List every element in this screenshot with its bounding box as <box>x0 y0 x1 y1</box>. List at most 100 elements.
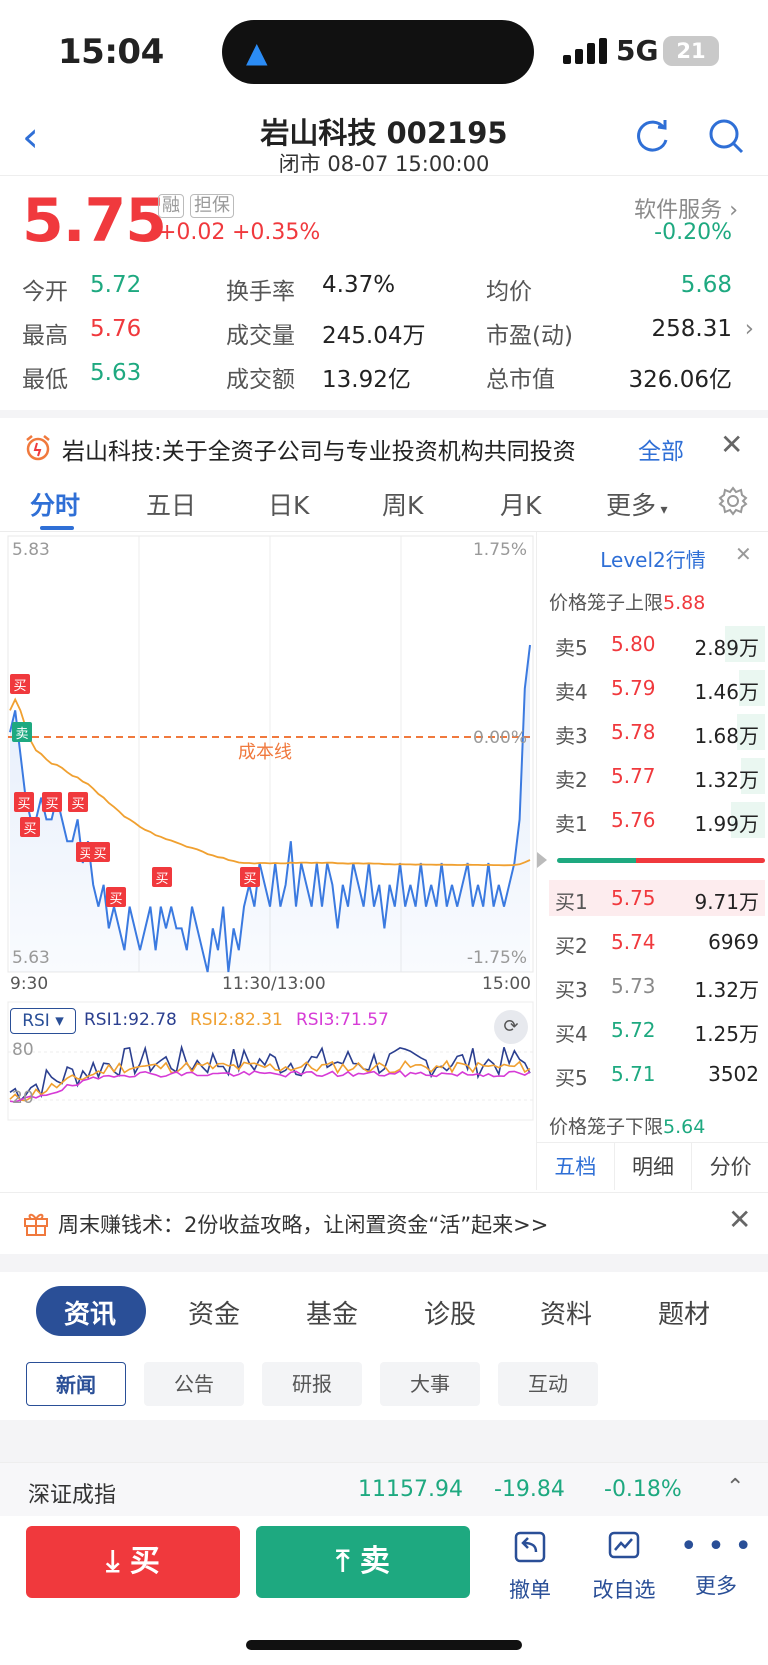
caret-down-icon: ▾ <box>55 1011 64 1031</box>
section-divider <box>0 1254 768 1272</box>
status-bar: 15:04 ▲ 5G 21 <box>0 0 768 100</box>
search-icon[interactable] <box>706 116 746 156</box>
announcement-text[interactable]: 岩山科技:关于全资子公司与专业投资机构共同投资 <box>62 432 610 466</box>
tab-profile[interactable]: 资料 <box>540 1294 592 1331</box>
bid-row[interactable]: 买1 5.75 9.71万 <box>549 878 765 918</box>
bid-row[interactable]: 买2 5.74 6969 <box>549 922 765 962</box>
stat-label: 最高 <box>22 323 68 349</box>
indicator-selector-label: RSI <box>22 1011 50 1031</box>
alarm-icon <box>26 435 50 461</box>
chip-news[interactable]: 新闻 <box>26 1362 126 1406</box>
chip-interaction[interactable]: 互动 <box>498 1362 598 1406</box>
chevron-right-icon[interactable]: › <box>745 316 754 342</box>
stat-value: 245.04万 <box>322 323 426 349</box>
stat-value: 5.63 <box>90 360 142 386</box>
stat-value: 13.92亿 <box>322 367 411 393</box>
more-label: 更多 <box>695 1574 737 1598</box>
signal-icon <box>563 38 607 64</box>
buy-button[interactable]: ⤓ 买 <box>26 1526 240 1598</box>
sell-button[interactable]: ⤒ 卖 <box>256 1526 470 1598</box>
level2-panel: Level2行情 ✕ 价格笼子上限5.88 卖5 5.80 2.89万 卖4 5.79… <box>536 532 768 1190</box>
gear-icon[interactable] <box>718 486 748 516</box>
edit-watchlist-label: 改自选 <box>592 1578 656 1602</box>
level2-title[interactable]: Level2行情 <box>537 544 768 573</box>
indicator-selector[interactable]: RSI ▾ <box>10 1008 76 1034</box>
cost-line-label: 成本线 <box>238 742 292 763</box>
ask-row[interactable]: 卖2 5.77 1.32万 <box>549 756 765 796</box>
tab-five-day[interactable]: 五日 <box>146 486 196 522</box>
ask-row[interactable]: 卖1 5.76 1.99万 <box>549 800 765 840</box>
promo-banner[interactable]: 周末赚钱术：2份收益攻略，让闲置资金“活”起来>> ✕ <box>0 1192 768 1254</box>
refresh-icon[interactable] <box>632 116 672 156</box>
rotate-screen-icon[interactable]: ⟳ <box>494 1010 528 1044</box>
location-arrow-icon: ▲ <box>246 36 268 69</box>
tab-diagnosis[interactable]: 诊股 <box>424 1294 476 1331</box>
clock: 15:04 <box>58 32 164 72</box>
price-change: +0.02 <box>158 220 226 245</box>
rsi1-value: RSI1:92.78 <box>84 1010 177 1030</box>
stat-label: 成交量 <box>226 323 295 349</box>
tab-details[interactable]: 明细 <box>613 1143 692 1190</box>
buy-marker-label: 买 <box>109 892 122 907</box>
buy-sell-ratio-bar <box>557 858 765 863</box>
tab-news[interactable]: 资讯 <box>64 1294 116 1331</box>
ask-row[interactable]: 卖3 5.78 1.68万 <box>549 712 765 752</box>
tab-funds[interactable]: 基金 <box>306 1294 358 1331</box>
close-icon[interactable]: ✕ <box>720 428 743 461</box>
chip-events[interactable]: 大事 <box>380 1362 480 1406</box>
bid-row[interactable]: 买3 5.73 1.32万 <box>549 966 765 1006</box>
rsi-axis-20: 20 <box>12 1088 34 1108</box>
network-type: 5G <box>616 34 659 67</box>
y-axis-bottom: 5.63 <box>12 948 50 968</box>
cancel-order-button[interactable]: 撤单 <box>490 1530 570 1604</box>
chevron-up-icon[interactable]: ⌃ <box>726 1475 744 1500</box>
index-ticker[interactable]: 深证成指 11157.94 -19.84 -0.18% ⌃ <box>0 1462 768 1516</box>
tab-month-k[interactable]: 月K <box>500 486 541 522</box>
undo-icon <box>514 1531 546 1563</box>
intraday-chart-svg: 买卖买买买买买 买买买买 <box>7 535 534 1121</box>
tab-five-levels[interactable]: 五档 <box>537 1143 614 1190</box>
tab-week-k[interactable]: 周K <box>382 486 423 522</box>
caret-down-icon: ▾ <box>656 502 668 518</box>
bid-row[interactable]: 买5 5.71 3502 <box>549 1054 765 1094</box>
chip-announcements[interactable]: 公告 <box>144 1362 244 1406</box>
stat-label: 最低 <box>22 367 68 393</box>
close-icon[interactable]: ✕ <box>728 1203 751 1236</box>
buy-marker-label: 买 <box>17 797 30 812</box>
close-icon[interactable]: ✕ <box>735 542 752 566</box>
dynamic-island: ▲ <box>222 20 534 84</box>
tab-themes[interactable]: 题材 <box>658 1294 710 1331</box>
section-divider <box>0 1420 768 1462</box>
tab-funds-flow[interactable]: 资金 <box>188 1294 240 1331</box>
cancel-order-label: 撤单 <box>509 1578 551 1602</box>
ask-row[interactable]: 卖4 5.79 1.46万 <box>549 668 765 708</box>
price-cage-upper-label: 价格笼子上限 <box>549 592 664 614</box>
stat-label: 均价 <box>486 279 532 305</box>
price-cage-lower-value: 5.64 <box>663 1116 706 1138</box>
info-tabs: 资讯 资金 基金 诊股 资料 题材 <box>0 1272 768 1352</box>
stat-label: 总市值 <box>486 367 555 393</box>
tab-price-dist[interactable]: 分价 <box>691 1143 768 1190</box>
index-value: 11157.94 <box>358 1477 463 1502</box>
x-axis-mid: 11:30/13:00 <box>222 974 326 994</box>
chip-research[interactable]: 研报 <box>262 1362 362 1406</box>
stat-label: 成交额 <box>226 367 295 393</box>
rsi2-line <box>9 1059 531 1102</box>
pct-axis-top: 1.75% <box>472 540 527 560</box>
tab-day-k[interactable]: 日K <box>268 486 309 522</box>
stat-value: 326.06亿 <box>628 367 732 393</box>
all-announcements-link[interactable]: 全部 <box>638 432 684 466</box>
index-change: -19.84 <box>494 1477 565 1502</box>
sector-change: -0.20% <box>654 220 732 245</box>
last-price: 5.75 <box>22 186 167 256</box>
bid-row[interactable]: 买4 5.72 1.25万 <box>549 1010 765 1050</box>
tab-intraday[interactable]: 分时 <box>30 486 80 522</box>
more-button[interactable]: • • • 更多 <box>676 1530 756 1600</box>
intraday-chart[interactable]: 买卖买买买买买买买买买 5.83 5.63 1.75% 0.00% -1.75%… <box>0 532 535 1192</box>
ask-row[interactable]: 卖5 5.80 2.89万 <box>549 624 765 664</box>
promo-text[interactable]: 周末赚钱术：2份收益攻略，让闲置资金“活”起来>> <box>58 1209 548 1239</box>
price-change-pct: +0.35% <box>232 220 321 245</box>
tab-more[interactable]: 更多 ▾ <box>606 486 668 522</box>
announcement-bar[interactable]: 岩山科技:关于全资子公司与专业投资机构共同投资 全部 ✕ <box>0 410 768 472</box>
edit-watchlist-button[interactable]: 改自选 <box>584 1530 664 1604</box>
